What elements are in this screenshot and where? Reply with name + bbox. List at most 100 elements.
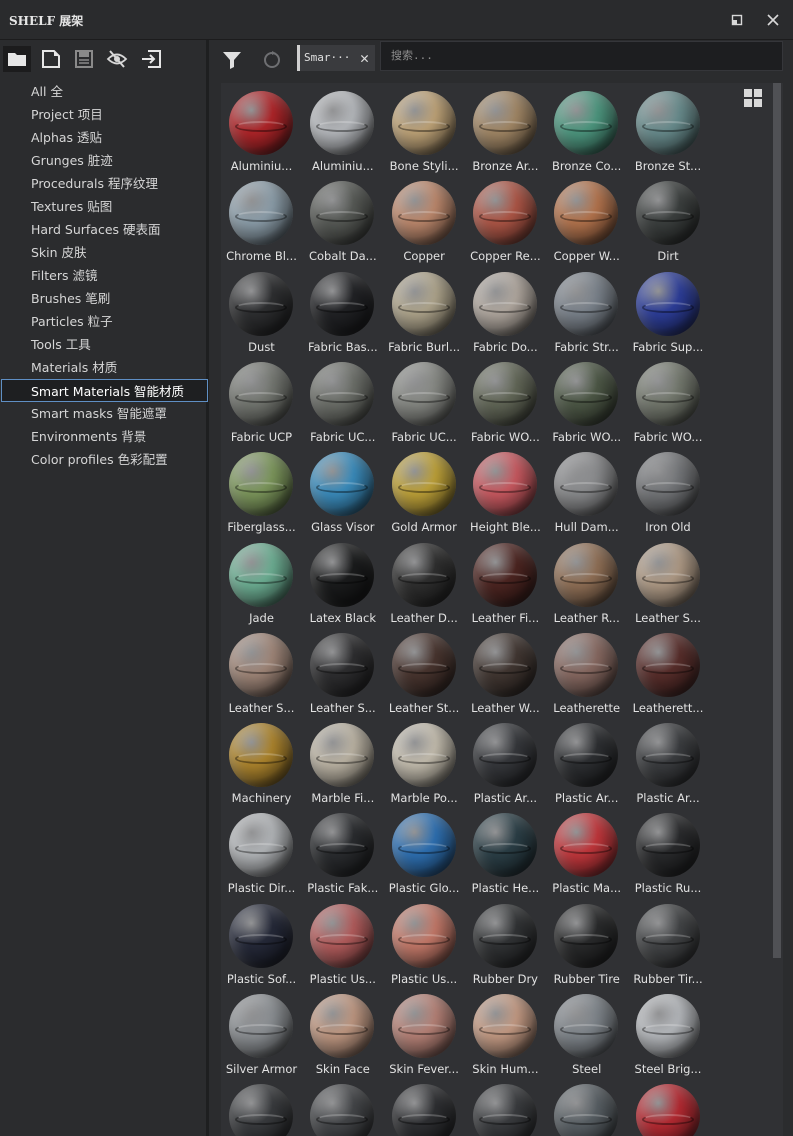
material-tile[interactable]: Aluminiu...	[302, 86, 383, 176]
material-tile[interactable]: Glass Visor	[302, 447, 383, 537]
material-tile[interactable]: Dust	[221, 267, 302, 357]
material-tile[interactable]: Fabric Do...	[465, 267, 546, 357]
search-input[interactable]: 搜索...	[380, 41, 783, 71]
material-tile[interactable]: Plastic Ar...	[546, 718, 627, 808]
category-item[interactable]: Smart masks 智能遮罩	[0, 402, 209, 425]
material-tile[interactable]: Marble Fi...	[302, 718, 383, 808]
material-tile[interactable]: Fiberglass...	[221, 447, 302, 537]
new-document-icon[interactable]	[37, 46, 65, 72]
category-item[interactable]: Particles 粒子	[0, 310, 209, 333]
material-tile[interactable]: Skin Hum...	[465, 989, 546, 1079]
material-tile[interactable]: Plastic Us...	[384, 899, 465, 989]
material-tile[interactable]: Leather S...	[221, 628, 302, 718]
material-tile[interactable]: Fabric Sup...	[628, 267, 709, 357]
material-tile[interactable]: Bronze Ar...	[465, 86, 546, 176]
category-item[interactable]: Project 项目	[0, 103, 209, 126]
material-tile[interactable]: Steel	[546, 989, 627, 1079]
material-tile[interactable]: Cobalt Da...	[302, 176, 383, 266]
material-tile[interactable]: Rubber Dry	[465, 899, 546, 989]
material-tile[interactable]: Bronze Co...	[546, 86, 627, 176]
hidden-icon[interactable]	[103, 46, 131, 72]
material-tile[interactable]: Rubber Tir...	[628, 899, 709, 989]
category-item[interactable]: Brushes 笔刷	[0, 287, 209, 310]
material-tile[interactable]: Fabric WO...	[628, 357, 709, 447]
material-tile[interactable]: Plastic Ma...	[546, 808, 627, 898]
material-tile[interactable]: Leather S...	[628, 538, 709, 628]
material-tile[interactable]: Plastic Us...	[302, 899, 383, 989]
material-tile[interactable]	[465, 1079, 546, 1136]
material-tile[interactable]: Leather R...	[546, 538, 627, 628]
save-icon[interactable]	[70, 46, 98, 72]
material-tile[interactable]: Leather W...	[465, 628, 546, 718]
material-tile[interactable]: Machinery	[221, 718, 302, 808]
material-tile[interactable]: Plastic Glo...	[384, 808, 465, 898]
material-tile[interactable]: Fabric Str...	[546, 267, 627, 357]
material-tile[interactable]	[628, 1079, 709, 1136]
material-tile[interactable]: Copper	[384, 176, 465, 266]
refresh-icon[interactable]	[259, 47, 285, 73]
material-tile[interactable]: Plastic Dir...	[221, 808, 302, 898]
material-tile[interactable]: Plastic Ar...	[465, 718, 546, 808]
material-tile[interactable]: Skin Fever...	[384, 989, 465, 1079]
category-item[interactable]: All 全	[0, 80, 209, 103]
material-tile[interactable]: Marble Po...	[384, 718, 465, 808]
category-item[interactable]: Environments 背景	[0, 425, 209, 448]
material-tile[interactable]: Fabric WO...	[546, 357, 627, 447]
material-tile[interactable]: Leather Fi...	[465, 538, 546, 628]
material-tile[interactable]	[546, 1079, 627, 1136]
material-tile[interactable]: Iron Old	[628, 447, 709, 537]
material-tile[interactable]: Plastic Fak...	[302, 808, 383, 898]
category-item[interactable]: Hard Surfaces 硬表面	[0, 218, 209, 241]
category-item[interactable]: Grunges 脏迹	[0, 149, 209, 172]
close-icon[interactable]: ✕	[360, 45, 369, 71]
material-tile[interactable]: Copper Re...	[465, 176, 546, 266]
category-item[interactable]: Materials 材质	[0, 356, 209, 379]
material-tile[interactable]: Leather S...	[302, 628, 383, 718]
material-tile[interactable]: Bone Styli...	[384, 86, 465, 176]
restore-icon[interactable]	[727, 10, 747, 30]
material-tile[interactable]: Plastic He...	[465, 808, 546, 898]
material-tile[interactable]: Hull Dam...	[546, 447, 627, 537]
material-tile[interactable]: Fabric UCP	[221, 357, 302, 447]
material-tile[interactable]: Chrome Bl...	[221, 176, 302, 266]
material-tile[interactable]: Fabric Burl...	[384, 267, 465, 357]
material-tile[interactable]: Fabric Bas...	[302, 267, 383, 357]
material-tile[interactable]: Bronze St...	[628, 86, 709, 176]
material-tile[interactable]: Aluminiu...	[221, 86, 302, 176]
filter-icon[interactable]	[219, 47, 245, 73]
material-tile[interactable]: Height Ble...	[465, 447, 546, 537]
category-item[interactable]: Alphas 透贴	[0, 126, 209, 149]
material-tile[interactable]: Steel Brig...	[628, 989, 709, 1079]
material-tile[interactable]	[384, 1079, 465, 1136]
category-item-selected[interactable]: Smart Materials 智能材质	[1, 379, 208, 402]
material-tile[interactable]	[221, 1079, 302, 1136]
category-item[interactable]: Filters 滤镜	[0, 264, 209, 287]
material-tile[interactable]: Skin Face	[302, 989, 383, 1079]
material-tile[interactable]	[302, 1079, 383, 1136]
material-tile[interactable]: Leatherett...	[628, 628, 709, 718]
material-tile[interactable]: Fabric UC...	[302, 357, 383, 447]
material-tile[interactable]: Leather St...	[384, 628, 465, 718]
material-tile[interactable]: Plastic Ar...	[628, 718, 709, 808]
material-tile[interactable]: Silver Armor	[221, 989, 302, 1079]
category-item[interactable]: Textures 贴图	[0, 195, 209, 218]
category-item[interactable]: Procedurals 程序纹理	[0, 172, 209, 195]
filter-tag[interactable]: Smar··· ✕	[297, 45, 375, 71]
category-item[interactable]: Color profiles 色彩配置	[0, 448, 209, 471]
import-icon[interactable]	[137, 46, 165, 72]
material-tile[interactable]: Copper W...	[546, 176, 627, 266]
material-tile[interactable]: Gold Armor	[384, 447, 465, 537]
folder-icon[interactable]	[3, 46, 31, 72]
material-tile[interactable]: Latex Black	[302, 538, 383, 628]
material-tile[interactable]: Plastic Ru...	[628, 808, 709, 898]
material-tile[interactable]: Plastic Sof...	[221, 899, 302, 989]
material-tile[interactable]: Leather D...	[384, 538, 465, 628]
material-tile[interactable]: Fabric WO...	[465, 357, 546, 447]
close-icon[interactable]	[763, 10, 783, 30]
material-tile[interactable]: Fabric UC...	[384, 357, 465, 447]
material-tile[interactable]: Rubber Tire	[546, 899, 627, 989]
category-item[interactable]: Tools 工具	[0, 333, 209, 356]
grid-view-icon[interactable]	[744, 89, 764, 109]
material-tile[interactable]: Jade	[221, 538, 302, 628]
category-item[interactable]: Skin 皮肤	[0, 241, 209, 264]
